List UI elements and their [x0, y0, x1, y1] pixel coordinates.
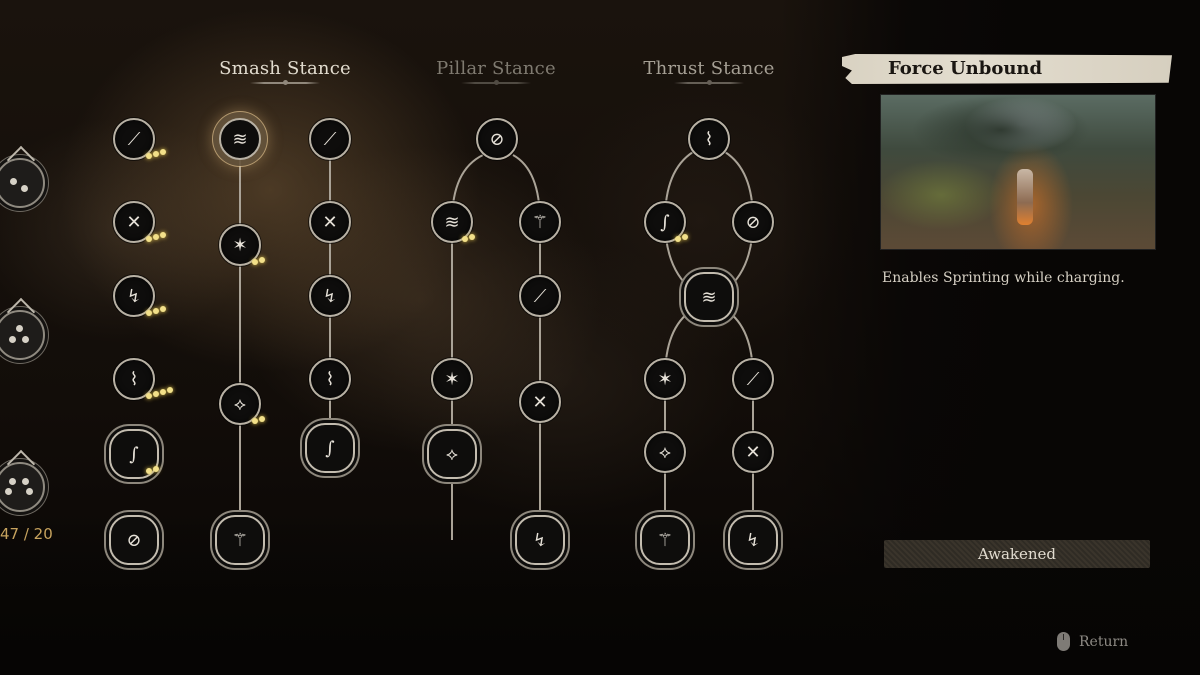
return-label: Return: [1079, 633, 1129, 650]
pip: [26, 488, 33, 495]
pillar-swing-skill-node[interactable]: ⟡: [427, 429, 477, 479]
skill-description: Enables Sprinting while charging.: [882, 270, 1125, 286]
pillar-whirl-skill-node[interactable]: ⟋: [519, 275, 561, 317]
thrust-star-skill-node[interactable]: ↯: [728, 515, 778, 565]
hook-strike-skill-node[interactable]: ↯: [113, 275, 155, 317]
skill-detail-panel: Force Unbound Enables Sprinting while ch…: [842, 54, 1172, 578]
crescent-skill-node[interactable]: ↯: [309, 275, 351, 317]
pip: [10, 178, 17, 185]
smash-shield-skill-node[interactable]: ✶: [219, 224, 261, 266]
smash-burst-icon: ⟡: [234, 393, 246, 415]
thrust-glide-icon: ⊘: [745, 211, 761, 233]
tab-indicator: [674, 80, 744, 85]
pillar-stand-skill-node[interactable]: ⊘: [476, 118, 518, 160]
thrust-feather-skill-node[interactable]: ⟡: [644, 431, 686, 473]
pillar-spin-icon: ⚚: [531, 211, 549, 233]
pillar-cross-icon: ✕: [532, 391, 548, 413]
orb-spin-icon: ⟋: [127, 128, 141, 150]
force-unbound-skill-node[interactable]: ≋: [684, 272, 734, 322]
staff-charge-skill-node[interactable]: ⌇: [113, 358, 155, 400]
thrust-sweep-skill-node[interactable]: ⟋: [732, 358, 774, 400]
pip: [9, 336, 16, 343]
thrust-star-icon: ↯: [745, 529, 761, 551]
tab-label: Pillar Stance: [436, 58, 556, 79]
smash-finisher-skill-node[interactable]: ⚚: [215, 515, 265, 565]
thrust-wave-icon: ∫: [660, 211, 670, 233]
pillar-stand-icon: ⊘: [489, 128, 505, 150]
pillar-lean-icon: ✶: [444, 368, 460, 390]
thrust-feather-icon: ⟡: [659, 441, 671, 463]
tab-label: Smash Stance: [219, 58, 351, 79]
pip: [21, 185, 28, 192]
cross-focus-skill-node[interactable]: ∫: [305, 423, 355, 473]
crescent-focus-icon: ⌇: [325, 368, 335, 390]
tab-indicator: [461, 80, 531, 85]
tab-thrust-stance[interactable]: Thrust Stance: [619, 58, 799, 85]
skill-points-count: 47 / 20: [0, 525, 53, 543]
cross-focus-icon: ∫: [325, 437, 335, 459]
thrust-pierce-icon: ✶: [657, 368, 673, 390]
smash-leap-icon: ≋: [232, 128, 248, 150]
pip: [22, 478, 29, 485]
staff-spin-icon: ⊘: [126, 529, 142, 551]
staff-coil-skill-node[interactable]: ∫: [109, 429, 159, 479]
thrust-line-skill-node[interactable]: ⌇: [688, 118, 730, 160]
pip: [5, 488, 12, 495]
character-figure: [1017, 169, 1033, 225]
deflect-icon: ✕: [322, 211, 338, 233]
hook-strike-icon: ↯: [126, 285, 142, 307]
crescent-focus-skill-node[interactable]: ⌇: [309, 358, 351, 400]
pillar-lean-skill-node[interactable]: ✶: [431, 358, 473, 400]
pillar-fan-icon: ↯: [532, 529, 548, 551]
staff-coil-icon: ∫: [129, 443, 139, 465]
smash-burst-skill-node[interactable]: ⟡: [219, 383, 261, 425]
thrust-sweep-icon: ⟋: [746, 368, 760, 390]
tab-indicator: [250, 80, 320, 85]
thrust-ring-icon: ✕: [745, 441, 761, 463]
pip: [9, 478, 16, 485]
awakened-status: Awakened: [884, 540, 1150, 568]
crescent-icon: ↯: [322, 285, 338, 307]
return-button[interactable]: Return: [1057, 632, 1128, 651]
pillar-swing-icon: ⟡: [446, 443, 458, 465]
force-unbound-icon: ≋: [701, 286, 717, 308]
tab-pillar-stance[interactable]: Pillar Stance: [406, 58, 586, 85]
pillar-whirl-icon: ⟋: [533, 285, 547, 307]
pillar-grass-icon: ≋: [444, 211, 460, 233]
staff-charge-icon: ⌇: [129, 368, 139, 390]
skill-preview-image: [880, 94, 1156, 250]
staff-twirl-skill-node[interactable]: ✕: [113, 201, 155, 243]
pillar-spin-skill-node[interactable]: ⚚: [519, 201, 561, 243]
thrust-glide-skill-node[interactable]: ⊘: [732, 201, 774, 243]
cross-staff-skill-node[interactable]: ⟋: [309, 118, 351, 160]
thrust-pierce-skill-node[interactable]: ✶: [644, 358, 686, 400]
thrust-ring-skill-node[interactable]: ✕: [732, 431, 774, 473]
staff-spin-skill-node[interactable]: ⊘: [109, 515, 159, 565]
pillar-cross-skill-node[interactable]: ✕: [519, 381, 561, 423]
pillar-grass-skill-node[interactable]: ≋: [431, 201, 473, 243]
pip: [22, 336, 29, 343]
cross-staff-icon: ⟋: [323, 128, 337, 150]
tab-label: Thrust Stance: [643, 58, 775, 79]
mouse-icon: [1057, 632, 1070, 651]
tab-smash-stance[interactable]: Smash Stance: [195, 58, 375, 85]
pillar-fan-skill-node[interactable]: ↯: [515, 515, 565, 565]
skill-title: Force Unbound: [888, 58, 1043, 79]
pip: [16, 325, 23, 332]
thrust-line-icon: ⌇: [704, 128, 714, 150]
staff-twirl-icon: ✕: [126, 211, 142, 233]
thrust-surge-icon: ⚚: [656, 529, 674, 551]
thrust-surge-skill-node[interactable]: ⚚: [640, 515, 690, 565]
orb-spin-skill-node[interactable]: ⟋: [113, 118, 155, 160]
smash-shield-icon: ✶: [232, 234, 248, 256]
smash-finisher-icon: ⚚: [231, 529, 249, 551]
deflect-skill-node[interactable]: ✕: [309, 201, 351, 243]
smash-leap-skill-node[interactable]: ≋: [219, 118, 261, 160]
thrust-wave-skill-node[interactable]: ∫: [644, 201, 686, 243]
